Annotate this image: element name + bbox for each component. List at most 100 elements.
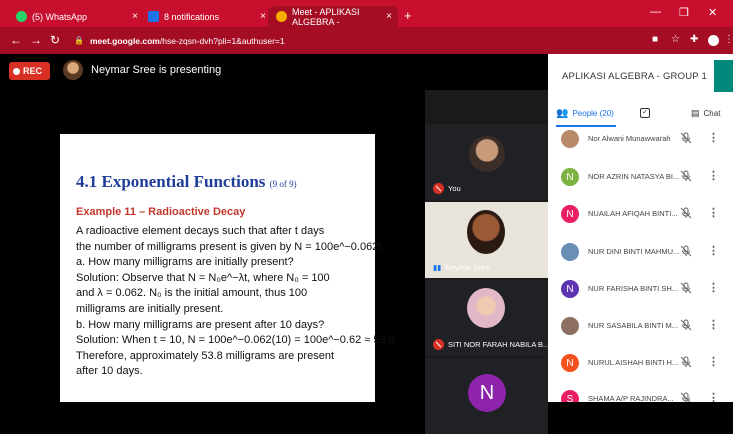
avatar: N	[561, 168, 579, 186]
more-options-icon[interactable]: ⋮	[708, 355, 719, 368]
address-bar[interactable]: 🔒 meet.google.com /hse-zqsn-dvh?pli=1&au…	[74, 32, 634, 49]
video-tile-presenter[interactable]: ▮▮ Neymar Sree	[425, 202, 548, 278]
meet-window: REC Neymar Sree is presenting 4.1 Expone…	[0, 54, 733, 434]
mic-off-icon[interactable]	[680, 319, 692, 331]
close-icon[interactable]: ×	[260, 11, 266, 22]
checkbox-icon: ✓	[640, 108, 650, 118]
participant-name: NUR SASABILA BINTI M...	[588, 321, 679, 330]
slide-body: A radioactive element decays such that a…	[76, 224, 398, 380]
slide-line: Solution: When t = 10, N = 100e^−0.062(1…	[76, 334, 398, 347]
more-options-icon[interactable]: ⋮	[708, 169, 719, 182]
more-options-icon[interactable]: ⋮	[708, 391, 719, 402]
meeting-title: APLIKASI ALGEBRA - GROUP 1	[562, 71, 707, 82]
url-path: /hse-zqsn-dvh?pli=1&authuser=1	[159, 35, 285, 46]
slide-line: and λ = 0.062. N₀ is the initial amount,…	[76, 287, 308, 300]
mic-off-icon	[433, 183, 444, 194]
list-item[interactable]: N NOR AZRIN NATASYA BI... ⋮	[548, 158, 733, 195]
minimize-icon[interactable]: —	[650, 6, 661, 18]
new-tab-button[interactable]: +	[404, 8, 412, 23]
slide-line: milligrams are initially present.	[76, 302, 224, 315]
reload-icon[interactable]: ↻	[50, 33, 60, 47]
people-icon: 👥	[556, 108, 569, 119]
presenter-avatar	[63, 60, 83, 80]
people-panel: APLIKASI ALGEBRA - GROUP 1 👥 People (20)…	[548, 54, 733, 402]
star-icon[interactable]: ☆	[671, 34, 680, 45]
presentation-bar: REC Neymar Sree is presenting	[0, 54, 548, 90]
video-tile-you[interactable]: You	[425, 124, 548, 200]
participant-name: NOR AZRIN NATASYA BI...	[588, 172, 680, 181]
video-tile-siti[interactable]: SITI NOR FARAH NABILA B...	[425, 280, 548, 356]
tab-people[interactable]: 👥 People (20)	[556, 108, 614, 119]
slide-line: a. How many milligrams are initially pre…	[76, 256, 294, 269]
address-bar-row: ← → ↻ 🔒 meet.google.com /hse-zqsn-dvh?pl…	[0, 27, 733, 54]
tab-notifications[interactable]: 8 notifications ×	[140, 6, 272, 27]
presentation-stage: 4.1 Exponential Functions (9 of 9) Examp…	[0, 90, 425, 402]
back-icon[interactable]: ←	[10, 33, 22, 47]
list-item[interactable]: Nor Alwani Munawwarah ⋮	[548, 120, 733, 157]
slide-title: 4.1 Exponential Functions (9 of 9)	[76, 172, 375, 192]
tab-meet[interactable]: Meet - APLIKASI ALGEBRA - ×	[268, 6, 398, 27]
slide-line: b. How many milligrams are present after…	[76, 318, 325, 331]
menu-icon[interactable]: ⋮	[724, 34, 733, 45]
avatar[interactable]	[708, 35, 719, 46]
camera-icon[interactable]: ■	[652, 34, 658, 45]
tab-whatsapp[interactable]: (5) WhatsApp ×	[8, 6, 144, 27]
list-item[interactable]: NUR SASABILA BINTI M... ⋮	[548, 307, 733, 344]
close-icon[interactable]: ×	[386, 11, 392, 22]
whatsapp-icon	[16, 11, 27, 22]
mic-off-icon[interactable]	[680, 356, 692, 368]
slide-line: Solution: Observe that N = N₀e^−λt, wher…	[76, 271, 330, 284]
list-item[interactable]: N NUAILAH AFIQAH BINTI... ⋮	[548, 195, 733, 232]
list-item[interactable]: S SHAMA A/P RAJINDRA... ⋮	[548, 380, 733, 402]
panel-close-button[interactable]	[714, 60, 733, 92]
mic-off-icon	[433, 339, 444, 350]
tab-chat[interactable]: ▤ Chat	[691, 108, 720, 119]
more-options-icon[interactable]: ⋮	[708, 206, 719, 219]
slide-subtitle: Example 11 – Radioactive Decay	[76, 206, 246, 218]
participant-name: NURUL AISHAH BINTI H...	[588, 358, 679, 367]
browser-tab-bar: (5) WhatsApp × 8 notifications × Meet - …	[0, 0, 733, 27]
mic-off-icon[interactable]	[680, 132, 692, 144]
maximize-icon[interactable]: ❐	[679, 6, 689, 19]
list-item[interactable]: N NUR FARISHA BINTI SH... ⋮	[548, 270, 733, 307]
mic-off-icon[interactable]	[680, 207, 692, 219]
participant-name: NUR DINI BINTI MAHMU...	[588, 247, 680, 256]
forward-icon[interactable]: →	[30, 33, 42, 47]
participant-video	[469, 136, 505, 172]
video-tile-n[interactable]: N	[425, 358, 548, 434]
participant-name: SHAMA A/P RAJINDRA...	[588, 394, 674, 402]
mic-off-icon[interactable]	[680, 392, 692, 402]
url-host: meet.google.com	[89, 35, 160, 46]
notification-icon	[148, 11, 159, 22]
tab-activities[interactable]: ✓	[640, 108, 650, 118]
video-tiles: You ▮▮ Neymar Sree SITI NOR FARAH NABILA …	[425, 124, 548, 434]
list-item[interactable]: N NURUL AISHAH BINTI H... ⋮	[548, 344, 733, 381]
recording-badge: REC	[9, 62, 50, 80]
list-item[interactable]: NUR DINI BINTI MAHMU... ⋮	[548, 233, 733, 270]
mic-off-icon[interactable]	[680, 170, 692, 182]
mic-off-icon[interactable]	[680, 245, 692, 257]
avatar	[561, 130, 579, 148]
slide-line: A radioactive element decays such that a…	[76, 225, 325, 237]
more-options-icon[interactable]: ⋮	[708, 281, 719, 294]
close-icon[interactable]: ×	[132, 11, 138, 22]
slide-page: (9 of 9)	[269, 179, 297, 189]
meet-icon	[276, 11, 287, 22]
participant-name: NUR FARISHA BINTI SH...	[588, 284, 679, 293]
window-close-icon[interactable]: ✕	[708, 6, 717, 19]
presenting-text: Neymar Sree is presenting	[91, 64, 222, 76]
extensions-icon[interactable]: ✚	[690, 34, 698, 45]
tab-label: (5) WhatsApp	[32, 11, 88, 22]
slide-line: after 10 days.	[76, 365, 143, 378]
avatar: N	[561, 280, 579, 298]
speaking-icon: ▮▮	[433, 263, 442, 272]
chat-icon: ▤	[691, 108, 700, 118]
mic-off-icon[interactable]	[680, 282, 692, 294]
more-options-icon[interactable]: ⋮	[708, 318, 719, 331]
participant-video	[467, 210, 505, 254]
more-options-icon[interactable]: ⋮	[708, 244, 719, 257]
participant-video	[467, 288, 505, 328]
avatar: N	[561, 205, 579, 223]
more-options-icon[interactable]: ⋮	[708, 131, 719, 144]
record-icon	[13, 67, 20, 75]
